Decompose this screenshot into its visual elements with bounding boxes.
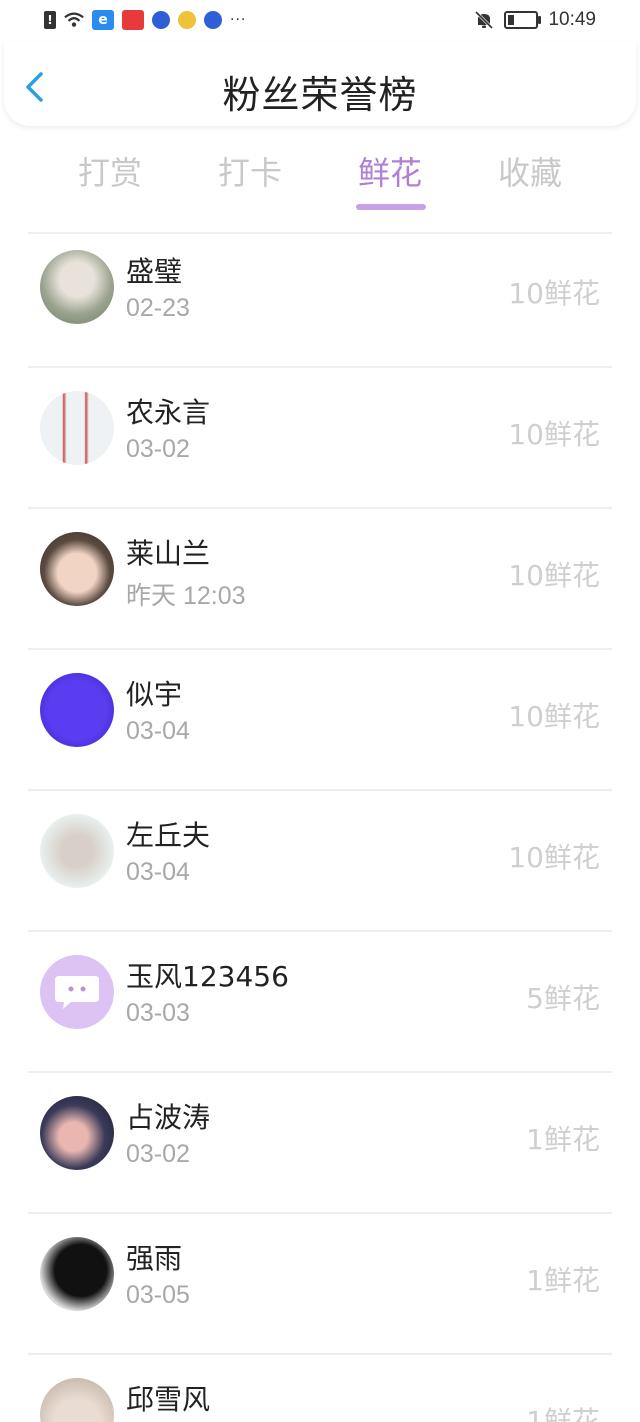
flower-count: 1鲜花 bbox=[526, 1405, 600, 1422]
paw-icon bbox=[152, 11, 170, 29]
status-time: 10:49 bbox=[548, 9, 596, 30]
fan-date: 03-02 bbox=[126, 435, 190, 463]
app-e-icon: e bbox=[92, 10, 114, 30]
flower-count: 1鲜花 bbox=[526, 1264, 600, 1297]
divider bbox=[28, 930, 612, 932]
tab-xianhua[interactable]: 鲜花 bbox=[340, 148, 440, 194]
list-item[interactable]: 强雨 03-05 1鲜花 bbox=[0, 1219, 640, 1360]
avatar bbox=[40, 391, 114, 465]
fan-name: 农永言 bbox=[126, 396, 211, 429]
fan-date: 03-03 bbox=[126, 999, 190, 1027]
fan-date: 03-05 bbox=[126, 1281, 190, 1309]
fan-name: 莱山兰 bbox=[126, 537, 211, 570]
list-item[interactable]: 似宇 03-04 10鲜花 bbox=[0, 655, 640, 796]
divider bbox=[28, 366, 612, 368]
status-bar-right-icons: 10:49 bbox=[474, 9, 596, 31]
warning-icon: ! bbox=[44, 11, 56, 29]
flower-count: 10鲜花 bbox=[508, 559, 600, 592]
flower-count: 5鲜花 bbox=[526, 982, 600, 1015]
more-dots-icon: ··· bbox=[230, 12, 247, 28]
flower-count: 10鲜花 bbox=[508, 418, 600, 451]
fan-date: 昨天 12:03 bbox=[126, 582, 246, 610]
chat-bubble-icon bbox=[55, 976, 99, 1009]
fan-name: 左丘夫 bbox=[126, 819, 211, 852]
battery-icon bbox=[504, 11, 542, 29]
fan-date: 02-23 bbox=[126, 294, 190, 322]
list-item[interactable]: 邱雪风 1鲜花 bbox=[0, 1360, 640, 1422]
list-item[interactable]: 盛璧 02-23 10鲜花 bbox=[0, 232, 640, 373]
list-item[interactable]: 农永言 03-02 10鲜花 bbox=[0, 373, 640, 514]
status-bar-left-icons: ! e ··· bbox=[44, 10, 246, 30]
divider bbox=[28, 1071, 612, 1073]
tab-daka[interactable]: 打卡 bbox=[200, 148, 300, 194]
avatar bbox=[40, 532, 114, 606]
avatar bbox=[40, 1237, 114, 1311]
avatar bbox=[40, 814, 114, 888]
tab-active-indicator bbox=[356, 204, 426, 210]
fan-name: 强雨 bbox=[126, 1242, 183, 1275]
page-title: 粉丝荣誉榜 bbox=[222, 73, 418, 117]
avatar bbox=[40, 1096, 114, 1170]
avatar bbox=[40, 673, 114, 747]
divider bbox=[28, 1212, 612, 1214]
divider bbox=[28, 789, 612, 791]
tab-shoucang[interactable]: 收藏 bbox=[480, 148, 580, 194]
face-icon bbox=[178, 11, 196, 29]
flower-count: 10鲜花 bbox=[508, 277, 600, 310]
list-item[interactable]: 左丘夫 03-04 10鲜花 bbox=[0, 796, 640, 937]
avatar bbox=[40, 1378, 114, 1422]
divider bbox=[28, 507, 612, 509]
fan-date: 03-04 bbox=[126, 858, 190, 886]
top-nav-bar: 粉丝荣誉榜 bbox=[4, 42, 636, 126]
fan-name: 玉风123456 bbox=[126, 960, 289, 993]
fan-name: 盛璧 bbox=[126, 255, 183, 288]
divider bbox=[28, 648, 612, 650]
mute-bell-icon bbox=[474, 10, 494, 30]
flower-count: 10鲜花 bbox=[508, 841, 600, 874]
status-bar: ! e ··· 10:49 bbox=[0, 0, 640, 42]
app-red-icon bbox=[122, 10, 144, 30]
avatar bbox=[40, 955, 114, 1029]
avatar bbox=[40, 250, 114, 324]
divider bbox=[28, 1353, 612, 1355]
wifi-icon bbox=[64, 10, 84, 30]
list-item[interactable]: 莱山兰 昨天 12:03 10鲜花 bbox=[0, 514, 640, 655]
list-item[interactable]: 玉风123456 03-03 5鲜花 bbox=[0, 937, 640, 1078]
flower-count: 1鲜花 bbox=[526, 1123, 600, 1156]
paw-icon bbox=[204, 11, 222, 29]
fan-name: 邱雪风 bbox=[126, 1383, 211, 1416]
fan-date: 03-02 bbox=[126, 1140, 190, 1168]
list-item[interactable]: 占波涛 03-02 1鲜花 bbox=[0, 1078, 640, 1219]
tab-dashang[interactable]: 打赏 bbox=[60, 148, 160, 194]
tab-bar: 打赏 打卡 鲜花 收藏 bbox=[0, 148, 640, 212]
fan-name: 似宇 bbox=[126, 678, 183, 711]
fan-date: 03-04 bbox=[126, 717, 190, 745]
flower-count: 10鲜花 bbox=[508, 700, 600, 733]
fan-name: 占波涛 bbox=[126, 1101, 211, 1134]
